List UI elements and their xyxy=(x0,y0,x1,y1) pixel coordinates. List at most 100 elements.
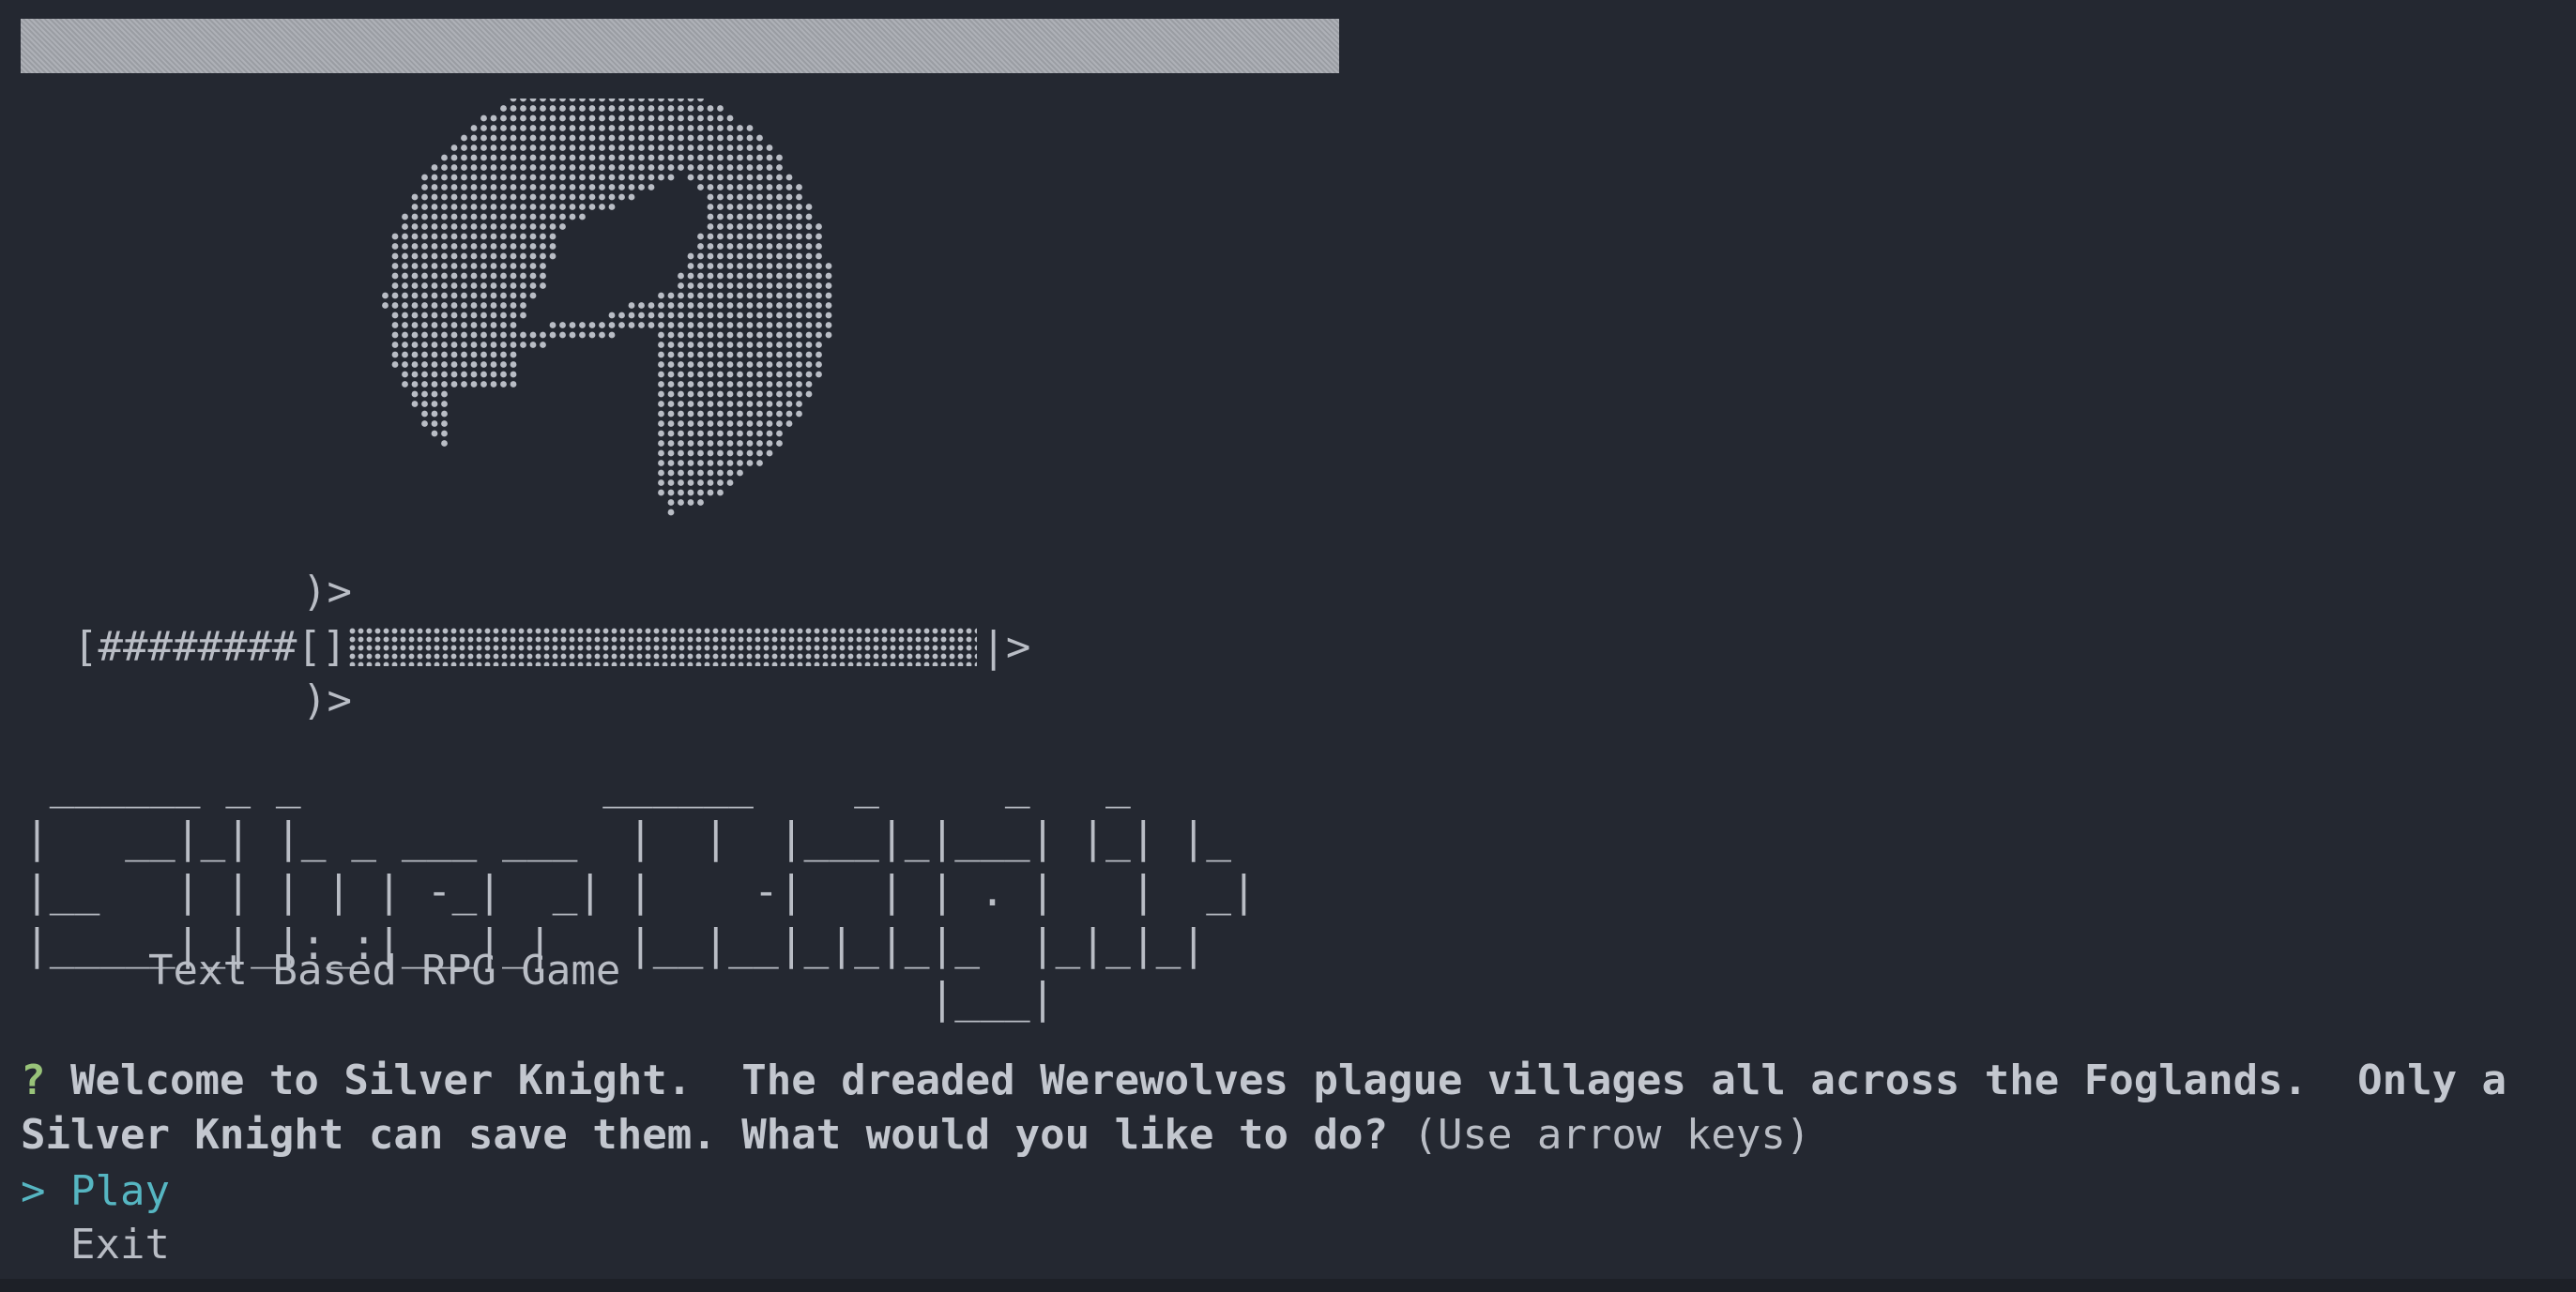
art-dot xyxy=(737,430,743,437)
art-dot xyxy=(756,263,763,269)
art-dot xyxy=(678,371,684,378)
art-dot xyxy=(726,193,734,201)
art-dot xyxy=(785,312,793,319)
art-dot xyxy=(500,184,507,190)
art-dot xyxy=(726,174,734,181)
art-dot xyxy=(431,361,438,368)
art-dot xyxy=(628,174,635,181)
art-dot xyxy=(805,322,813,328)
art-dot xyxy=(441,381,448,388)
art-dot xyxy=(796,302,802,309)
art-dot xyxy=(431,401,438,407)
art-dot xyxy=(746,272,754,280)
art-dot xyxy=(510,164,517,171)
art-dot xyxy=(756,302,763,309)
art-dot xyxy=(678,489,684,496)
art-dot xyxy=(658,420,664,427)
menu-option-exit[interactable]: Exit xyxy=(21,1218,170,1272)
art-dot xyxy=(549,105,556,112)
art-dot xyxy=(480,342,487,348)
art-dot xyxy=(746,390,754,398)
art-dot xyxy=(411,252,419,260)
art-dot xyxy=(707,243,714,250)
art-dot xyxy=(766,351,773,358)
art-dot xyxy=(805,292,813,299)
art-dot xyxy=(707,430,714,437)
art-dot xyxy=(628,144,635,151)
art-dot xyxy=(678,410,684,418)
art-dot xyxy=(411,302,419,309)
art-dot xyxy=(579,144,586,151)
art-dot xyxy=(678,272,684,280)
art-dot xyxy=(549,252,556,260)
art-dot xyxy=(658,312,664,319)
art-dot xyxy=(756,174,763,181)
art-dot xyxy=(678,420,684,427)
art-dot xyxy=(529,233,537,240)
art-dot xyxy=(549,114,556,122)
art-dot xyxy=(697,164,704,171)
art-dot xyxy=(717,322,724,328)
art-dot xyxy=(707,292,714,299)
art-dot xyxy=(746,449,754,457)
art-dot xyxy=(805,243,813,250)
art-dot xyxy=(628,134,635,142)
art-dot xyxy=(717,125,724,131)
art-dot xyxy=(510,184,517,190)
art-dot xyxy=(461,213,467,220)
art-dot xyxy=(411,312,419,319)
art-dot xyxy=(402,252,408,260)
art-dot xyxy=(717,282,724,289)
art-dot xyxy=(776,410,783,418)
art-dot xyxy=(470,361,478,368)
art-dot xyxy=(490,174,497,181)
art-dot xyxy=(402,381,408,388)
art-dot xyxy=(441,174,448,181)
art-dot xyxy=(588,144,596,151)
art-dot xyxy=(520,243,526,250)
art-dot xyxy=(737,460,743,466)
art-dot xyxy=(559,105,566,112)
art-dot xyxy=(678,114,684,122)
art-dot xyxy=(529,252,537,260)
menu-option-play[interactable]: > Play xyxy=(21,1164,170,1219)
art-dot xyxy=(402,351,408,358)
art-dot xyxy=(667,430,675,437)
art-dot xyxy=(421,401,428,407)
art-dot xyxy=(461,371,467,378)
art-dot xyxy=(599,193,605,201)
art-dot xyxy=(549,154,556,161)
art-dot xyxy=(638,164,645,171)
art-dot xyxy=(520,99,526,102)
art-dot xyxy=(618,99,625,102)
art-dot xyxy=(599,154,605,161)
art-dot xyxy=(559,213,566,220)
art-dot xyxy=(726,263,734,269)
art-dot xyxy=(450,213,458,220)
art-dot xyxy=(510,302,517,309)
art-dot xyxy=(540,243,546,250)
art-dot xyxy=(815,361,822,368)
art-dot xyxy=(421,420,428,427)
art-dot xyxy=(658,134,664,142)
art-dot xyxy=(431,430,438,437)
art-dot xyxy=(726,390,734,398)
art-dot xyxy=(540,154,546,161)
art-dot xyxy=(756,213,763,220)
art-dot xyxy=(648,125,655,131)
art-dot xyxy=(707,154,714,161)
art-dot xyxy=(678,292,684,299)
art-dot xyxy=(431,351,438,358)
art-dot xyxy=(559,144,566,151)
art-dot xyxy=(805,361,813,368)
art-dot xyxy=(707,193,714,201)
art-dot xyxy=(717,371,724,378)
art-dot xyxy=(510,351,517,358)
art-dot xyxy=(658,154,664,161)
art-dot xyxy=(687,440,694,447)
art-dot xyxy=(529,223,537,230)
sword-art: [########[] |> xyxy=(73,619,1030,674)
art-dot xyxy=(588,99,596,102)
art-dot xyxy=(678,282,684,289)
art-dot xyxy=(411,322,419,328)
